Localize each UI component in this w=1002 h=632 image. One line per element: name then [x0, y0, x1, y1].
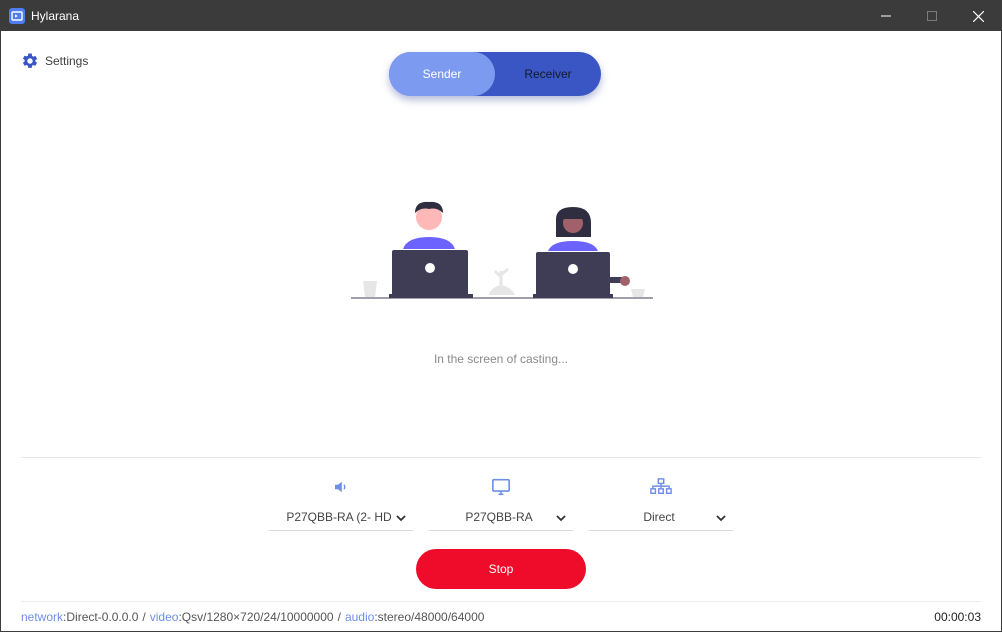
- gear-icon: [22, 53, 38, 68]
- maximize-icon: [927, 11, 937, 21]
- audio-device-selector: P27QBB-RA (2- HD: [269, 475, 413, 531]
- settings-button[interactable]: Settings: [21, 52, 88, 70]
- casting-status-text: In the screen of casting...: [433, 352, 569, 366]
- elapsed-timer: 00:00:03: [934, 610, 981, 624]
- network-mode-value: Direct: [643, 510, 675, 524]
- network-mode-selector: Direct: [589, 475, 733, 531]
- video-value: Qsv/1280×720/24/10000000: [181, 610, 334, 624]
- video-device-selector: P27QBB-RA: [429, 475, 573, 531]
- network-mode-select[interactable]: Direct: [589, 506, 733, 531]
- video-device-value: P27QBB-RA: [465, 510, 533, 524]
- app-window: Hylarana Settings Sender Receiver In the…: [0, 0, 1002, 632]
- minimize-button[interactable]: [863, 1, 909, 31]
- stream-info-bar: network:Direct-0.0.0.0/video:Qsv/1280×72…: [21, 610, 484, 624]
- info-separator: /: [337, 610, 341, 624]
- tab-receiver[interactable]: Receiver: [495, 52, 601, 96]
- audio-device-select[interactable]: P27QBB-RA (2- HD: [269, 506, 413, 531]
- close-button[interactable]: [955, 1, 1001, 31]
- footer-divider: [21, 601, 981, 602]
- video-device-select[interactable]: P27QBB-RA: [429, 506, 573, 531]
- maximize-button[interactable]: [909, 1, 955, 31]
- chevron-down-icon: [396, 515, 406, 522]
- casting-illustration: [351, 199, 653, 301]
- settings-label: Settings: [45, 54, 89, 68]
- audio-value: stereo/48000/64000: [377, 610, 485, 624]
- monitor-icon: [492, 478, 510, 496]
- mode-toggle: Sender Receiver: [389, 52, 601, 96]
- info-separator: /: [142, 610, 146, 624]
- divider: [21, 457, 981, 458]
- audio-key: audio: [344, 610, 375, 624]
- app-logo-icon: [9, 8, 25, 24]
- network-icon: [650, 478, 672, 495]
- network-key: network: [21, 610, 64, 624]
- minimize-icon: [881, 15, 891, 17]
- title-bar[interactable]: Hylarana: [1, 1, 1001, 31]
- tab-sender[interactable]: Sender: [389, 52, 495, 96]
- network-value: Direct-0.0.0.0: [66, 610, 139, 624]
- chevron-down-icon: [556, 515, 566, 522]
- speaker-icon: [335, 481, 346, 493]
- chevron-down-icon: [716, 515, 726, 522]
- close-icon: [972, 10, 984, 22]
- video-key: video: [149, 610, 179, 624]
- window-title: Hylarana: [31, 9, 80, 23]
- audio-device-value: P27QBB-RA (2- HD: [286, 510, 392, 524]
- stop-button[interactable]: Stop: [416, 549, 586, 589]
